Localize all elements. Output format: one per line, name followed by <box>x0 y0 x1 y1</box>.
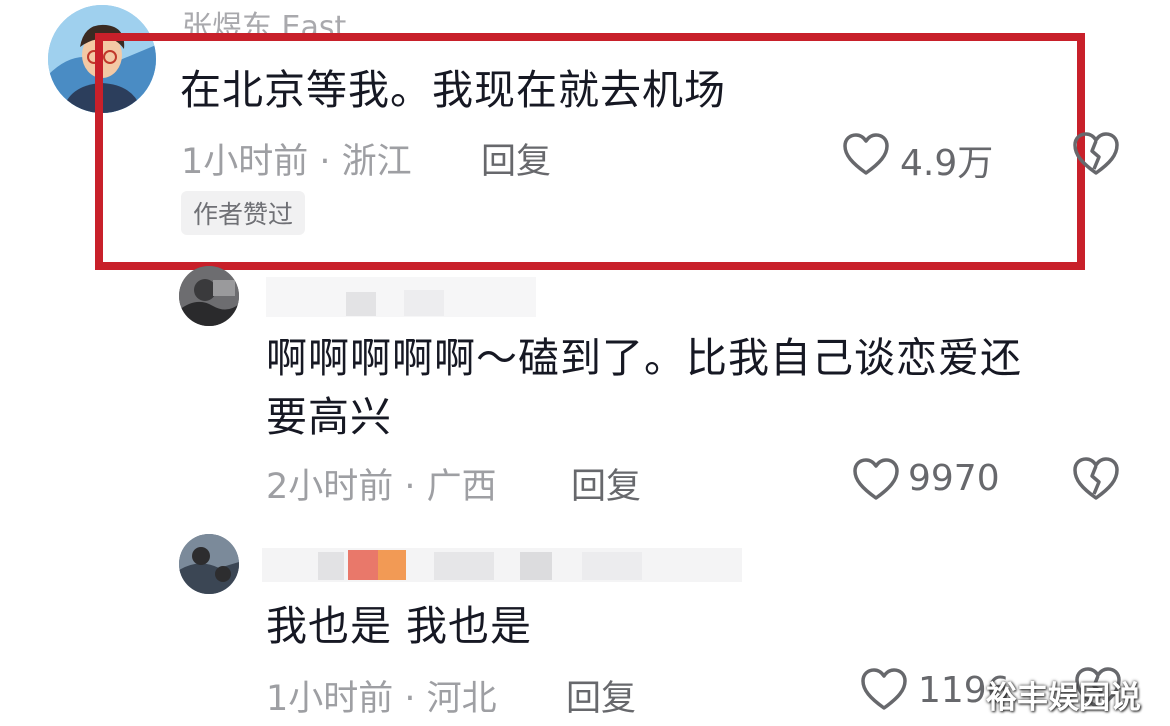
comment-1-content: 在北京等我。我现在就去机场 <box>180 66 726 114</box>
comment-2-reply-button[interactable]: 回复 <box>571 458 641 509</box>
comment-1-reply-button[interactable]: 回复 <box>481 133 551 184</box>
comment-3-reply-button[interactable]: 回复 <box>566 670 636 721</box>
comment-3-meta: 1小时前 · 河北 <box>266 679 497 719</box>
username-mosaic-block <box>378 550 406 580</box>
username-mosaic-block <box>346 292 376 316</box>
heart-outline-icon[interactable] <box>852 458 900 502</box>
username-mosaic-block <box>582 552 642 580</box>
broken-heart-icon[interactable] <box>1072 131 1120 177</box>
heart-outline-icon[interactable] <box>842 133 890 177</box>
broken-heart-icon[interactable] <box>1072 456 1120 502</box>
avatar-illustration <box>179 266 239 326</box>
avatar-comment-2[interactable] <box>179 266 239 326</box>
comment-2-content-line2: 要高兴 <box>266 393 392 441</box>
heart-outline-icon[interactable] <box>860 668 908 712</box>
comment-1-like-count: 4.9万 <box>900 143 994 184</box>
username-mosaic-block <box>348 550 378 580</box>
username-mosaic-block <box>434 552 494 580</box>
username-mosaic-block <box>520 552 552 580</box>
watermark-text: 裕丰娱园说 <box>986 680 1141 716</box>
author-liked-badge: 作者赞过 <box>181 191 306 235</box>
comment-3-content: 我也是 我也是 <box>266 602 533 650</box>
comment-2-like-count: 9970 <box>908 458 1000 499</box>
comment-1-meta: 1小时前 · 浙江 <box>181 142 412 182</box>
comment-2-content-line1: 啊啊啊啊啊～磕到了。比我自己谈恋爱还 <box>266 334 1022 382</box>
avatar-illustration <box>179 534 239 594</box>
username-mosaic-block <box>318 552 344 580</box>
comment-2-meta: 2小时前 · 广西 <box>266 467 497 507</box>
username-blurred[interactable] <box>266 277 536 317</box>
username-mosaic-block <box>404 290 444 316</box>
avatar-comment-3[interactable] <box>179 534 239 594</box>
